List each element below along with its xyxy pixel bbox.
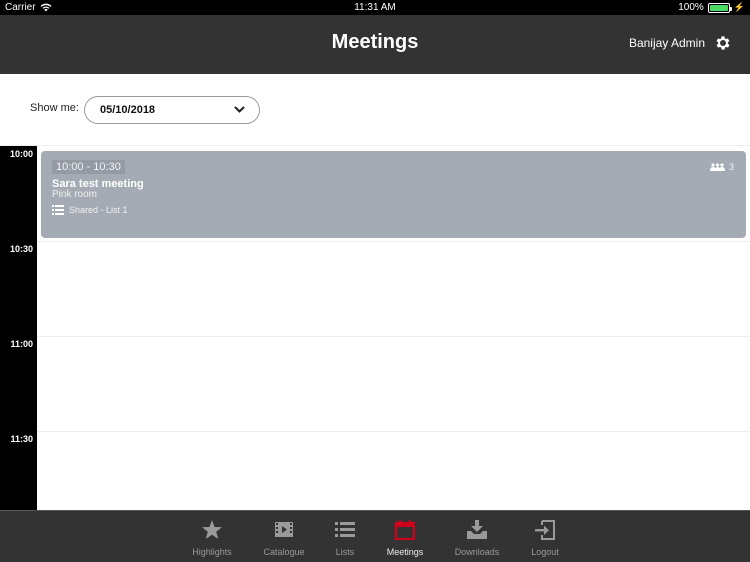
chevron-down-icon — [234, 106, 245, 113]
tab-label: Logout — [531, 547, 559, 557]
battery-icon — [707, 2, 732, 13]
meeting-time-range: 10:00 - 10:30 — [52, 160, 125, 174]
slot-divider — [37, 336, 750, 337]
download-icon — [467, 520, 487, 539]
logout-icon — [535, 520, 555, 540]
list-icon — [52, 205, 64, 215]
user-menu[interactable]: Banijay Admin — [629, 34, 732, 52]
slot-divider — [37, 431, 750, 432]
charging-icon: ⚡ — [733, 2, 745, 12]
tab-label: Highlights — [192, 547, 232, 557]
carrier-label: Carrier — [5, 2, 36, 13]
filter-bar: Show me: 05/10/2018 — [0, 74, 750, 146]
tab-label: Downloads — [454, 547, 500, 557]
time-gutter: 10:00 10:30 11:00 11:30 — [0, 146, 37, 510]
tab-label: Catalogue — [263, 547, 305, 557]
app-header: Meetings Banijay Admin — [0, 15, 750, 74]
calendar-icon — [394, 520, 416, 540]
attendee-count-value: 3 — [728, 162, 734, 172]
film-icon — [275, 522, 293, 537]
date-select[interactable]: 05/10/2018 — [84, 96, 260, 124]
status-time: 11:31 AM — [354, 2, 396, 13]
meeting-list: Shared - List 1 — [52, 205, 128, 215]
wifi-icon — [40, 3, 51, 12]
tab-label: Meetings — [386, 547, 424, 557]
tab-highlights[interactable]: Highlights — [180, 511, 244, 562]
tab-logout[interactable]: Logout — [513, 511, 577, 562]
tab-lists[interactable]: Lists — [313, 511, 377, 562]
show-me-label: Show me: — [30, 102, 79, 114]
star-icon — [202, 520, 222, 539]
selected-date: 05/10/2018 — [100, 104, 156, 116]
gear-icon[interactable] — [714, 34, 732, 52]
list-icon — [335, 522, 355, 537]
time-label: 11:30 — [10, 434, 33, 444]
meeting-card[interactable]: 10:00 - 10:30 Sara test meeting Pink roo… — [41, 151, 746, 238]
tab-label: Lists — [335, 547, 355, 557]
status-bar: Carrier 11:31 AM 100% ⚡ — [0, 0, 750, 15]
people-icon — [709, 163, 725, 171]
time-label: 11:00 — [10, 339, 33, 349]
meetings-timeline: 10:00 10:30 11:00 11:30 10:00 - 10:30 Sa… — [0, 146, 750, 510]
tab-catalogue[interactable]: Catalogue — [252, 511, 316, 562]
user-name: Banijay Admin — [628, 36, 705, 50]
meeting-room: Pink room — [52, 189, 98, 200]
battery-percent: 100% — [678, 2, 704, 13]
tab-downloads[interactable]: Downloads — [445, 511, 509, 562]
time-label: 10:00 — [9, 149, 33, 159]
tab-bar: Highlights Catalogue Lists Meetings Down… — [0, 510, 750, 562]
meeting-list-name: Shared - List 1 — [69, 205, 128, 215]
slot-divider — [37, 241, 750, 242]
tab-meetings[interactable]: Meetings — [373, 511, 437, 562]
attendee-count: 3 — [709, 162, 734, 172]
time-label: 10:30 — [9, 244, 33, 254]
